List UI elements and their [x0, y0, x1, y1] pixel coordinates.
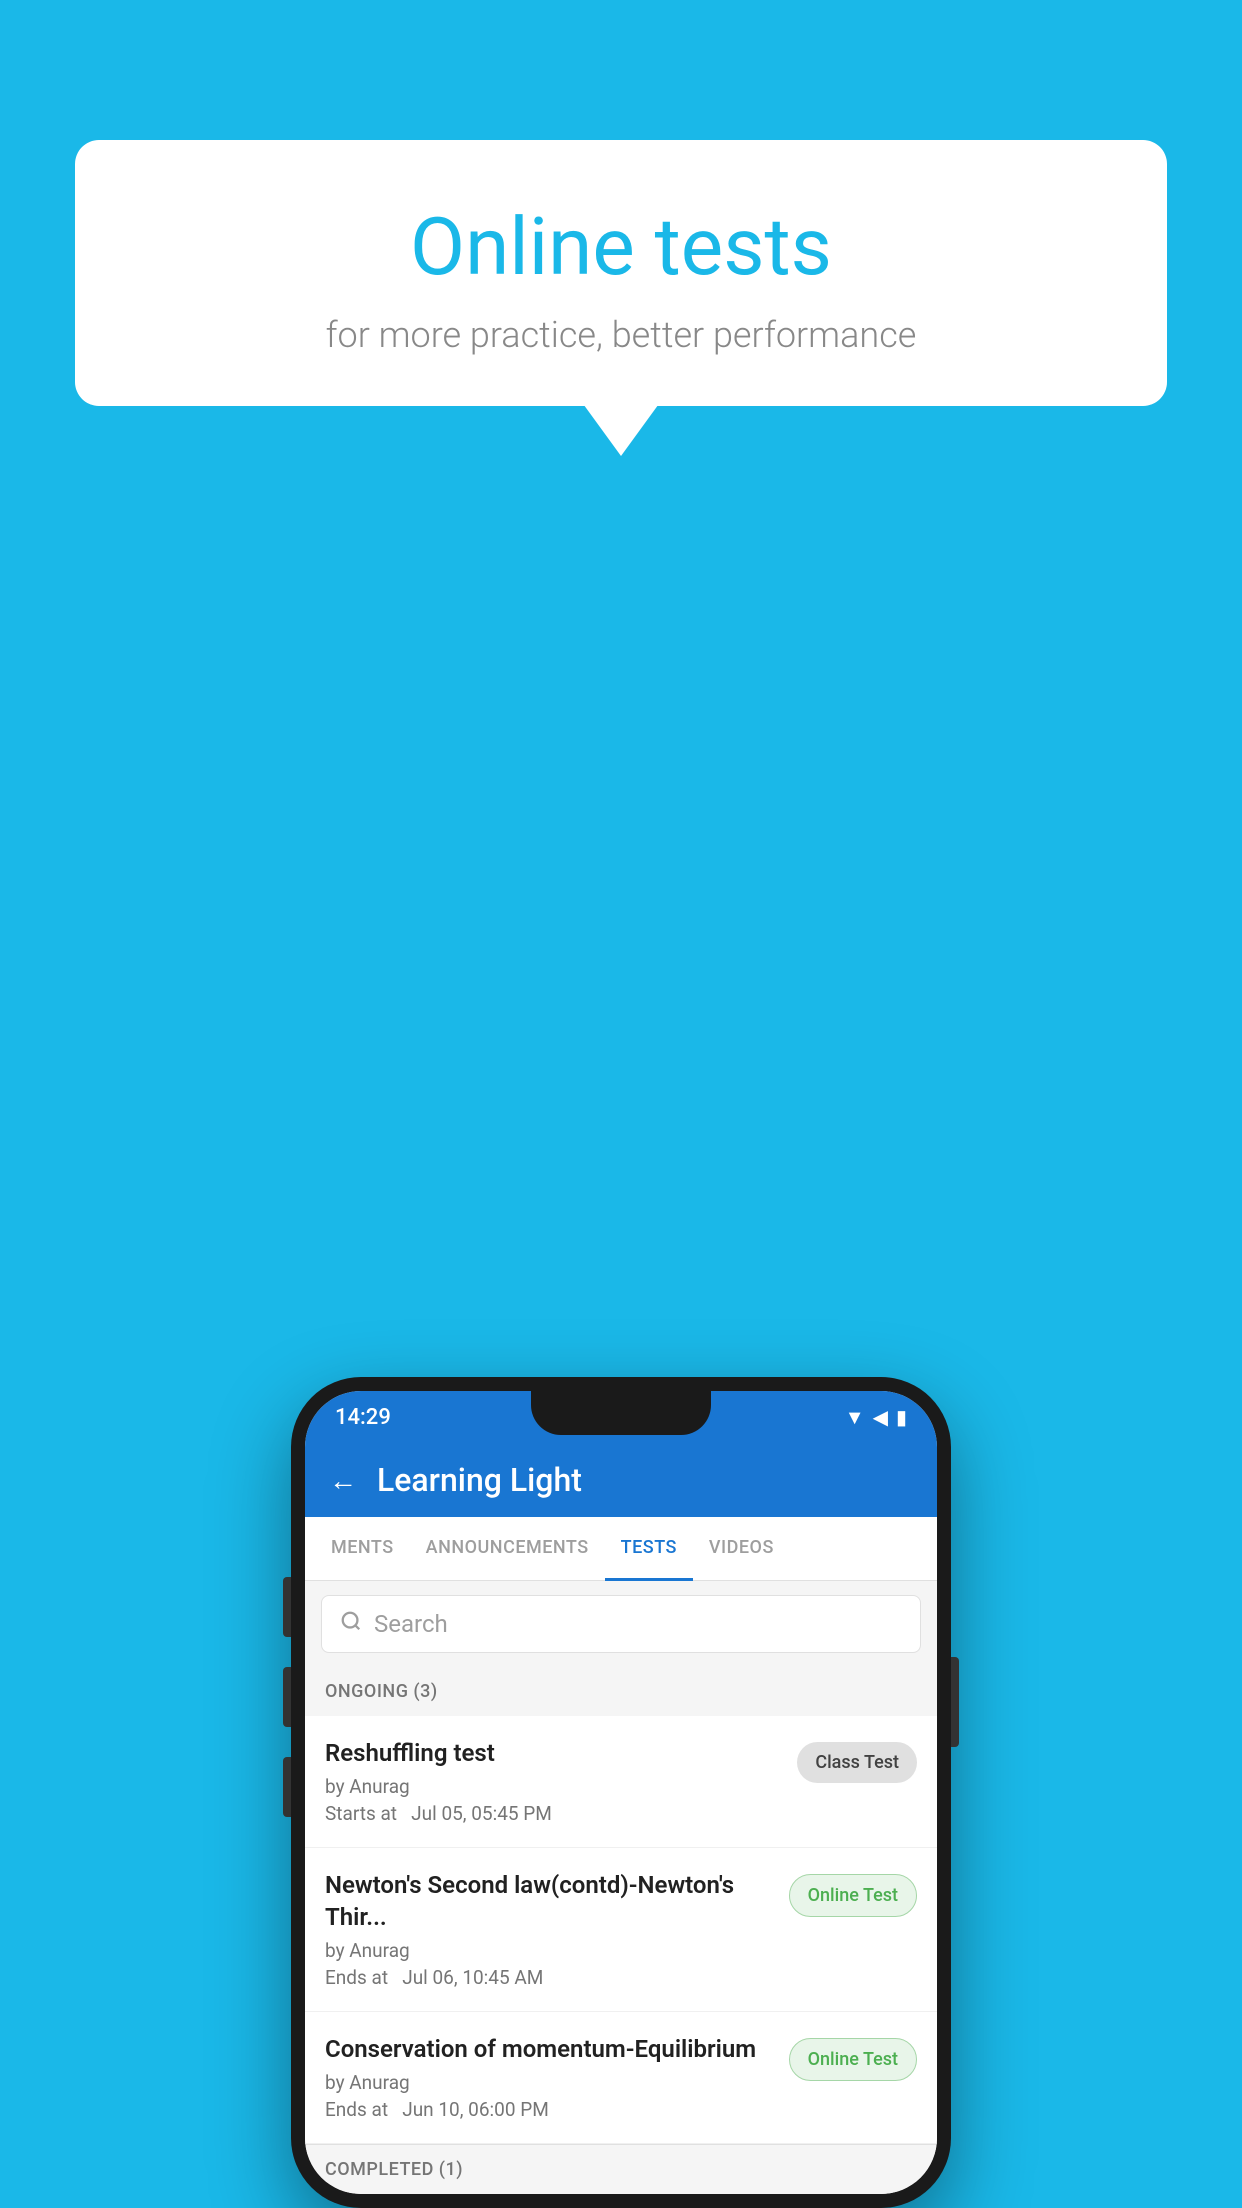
test-author-3: by Anurag	[325, 2071, 773, 2094]
search-icon	[340, 1610, 362, 1638]
speech-bubble-subtitle: for more practice, better performance	[135, 314, 1107, 356]
completed-section-header: COMPLETED (1)	[305, 2144, 937, 2194]
tabs-container: MENTS ANNOUNCEMENTS TESTS VIDEOS	[305, 1517, 937, 1581]
status-icons: ▼ ◀ ▮	[845, 1405, 907, 1430]
ongoing-title: ONGOING (3)	[325, 1681, 438, 1702]
test-list: Reshuffling test by Anurag Starts at Jul…	[305, 1716, 937, 2144]
app-title: Learning Light	[377, 1461, 582, 1499]
search-container: Search	[305, 1581, 937, 1667]
ongoing-section-header: ONGOING (3)	[305, 1667, 937, 1716]
test-name-2: Newton's Second law(contd)-Newton's Thir…	[325, 1870, 773, 1932]
status-time: 14:29	[335, 1405, 391, 1430]
search-input[interactable]: Search	[374, 1610, 448, 1638]
app-header: ← Learning Light	[305, 1443, 937, 1517]
test-item-2[interactable]: Newton's Second law(contd)-Newton's Thir…	[305, 1848, 937, 2011]
test-item-3[interactable]: Conservation of momentum-Equilibrium by …	[305, 2012, 937, 2144]
tab-videos[interactable]: VIDEOS	[693, 1517, 790, 1581]
test-name-1: Reshuffling test	[325, 1738, 781, 1769]
phone-screen: 14:29 ▼ ◀ ▮ ← Learning Light MENTS ANNOU…	[305, 1391, 937, 2194]
test-author-2: by Anurag	[325, 1939, 773, 1962]
power-button	[951, 1657, 959, 1747]
phone-notch	[531, 1391, 711, 1435]
battery-icon: ▮	[896, 1405, 907, 1429]
test-badge-2: Online Test	[789, 1874, 917, 1917]
volume-down-button	[283, 1667, 291, 1727]
test-item-1[interactable]: Reshuffling test by Anurag Starts at Jul…	[305, 1716, 937, 1848]
test-time-1: Starts at Jul 05, 05:45 PM	[325, 1802, 781, 1825]
test-badge-3: Online Test	[789, 2038, 917, 2081]
test-info-2: Newton's Second law(contd)-Newton's Thir…	[325, 1870, 789, 1988]
search-bar[interactable]: Search	[321, 1595, 921, 1653]
tab-tests[interactable]: TESTS	[605, 1517, 693, 1581]
speech-bubble-title: Online tests	[135, 200, 1107, 294]
speech-bubble-container: Online tests for more practice, better p…	[75, 140, 1167, 406]
test-name-3: Conservation of momentum-Equilibrium	[325, 2034, 773, 2065]
test-info-1: Reshuffling test by Anurag Starts at Jul…	[325, 1738, 797, 1825]
wifi-icon: ▼	[845, 1405, 865, 1430]
phone-outer: 14:29 ▼ ◀ ▮ ← Learning Light MENTS ANNOU…	[291, 1377, 951, 2208]
test-time-3: Ends at Jun 10, 06:00 PM	[325, 2098, 773, 2121]
test-author-1: by Anurag	[325, 1775, 781, 1798]
test-info-3: Conservation of momentum-Equilibrium by …	[325, 2034, 789, 2121]
silent-button	[283, 1757, 291, 1817]
test-badge-1: Class Test	[797, 1742, 917, 1783]
completed-title: COMPLETED (1)	[325, 2159, 463, 2180]
tab-ments[interactable]: MENTS	[315, 1517, 410, 1581]
phone-mockup: 14:29 ▼ ◀ ▮ ← Learning Light MENTS ANNOU…	[291, 1377, 951, 2208]
speech-bubble: Online tests for more practice, better p…	[75, 140, 1167, 406]
signal-icon: ◀	[873, 1405, 888, 1429]
volume-up-button	[283, 1577, 291, 1637]
test-time-2: Ends at Jul 06, 10:45 AM	[325, 1966, 773, 1989]
back-button[interactable]: ←	[329, 1464, 357, 1497]
tab-announcements[interactable]: ANNOUNCEMENTS	[410, 1517, 605, 1581]
